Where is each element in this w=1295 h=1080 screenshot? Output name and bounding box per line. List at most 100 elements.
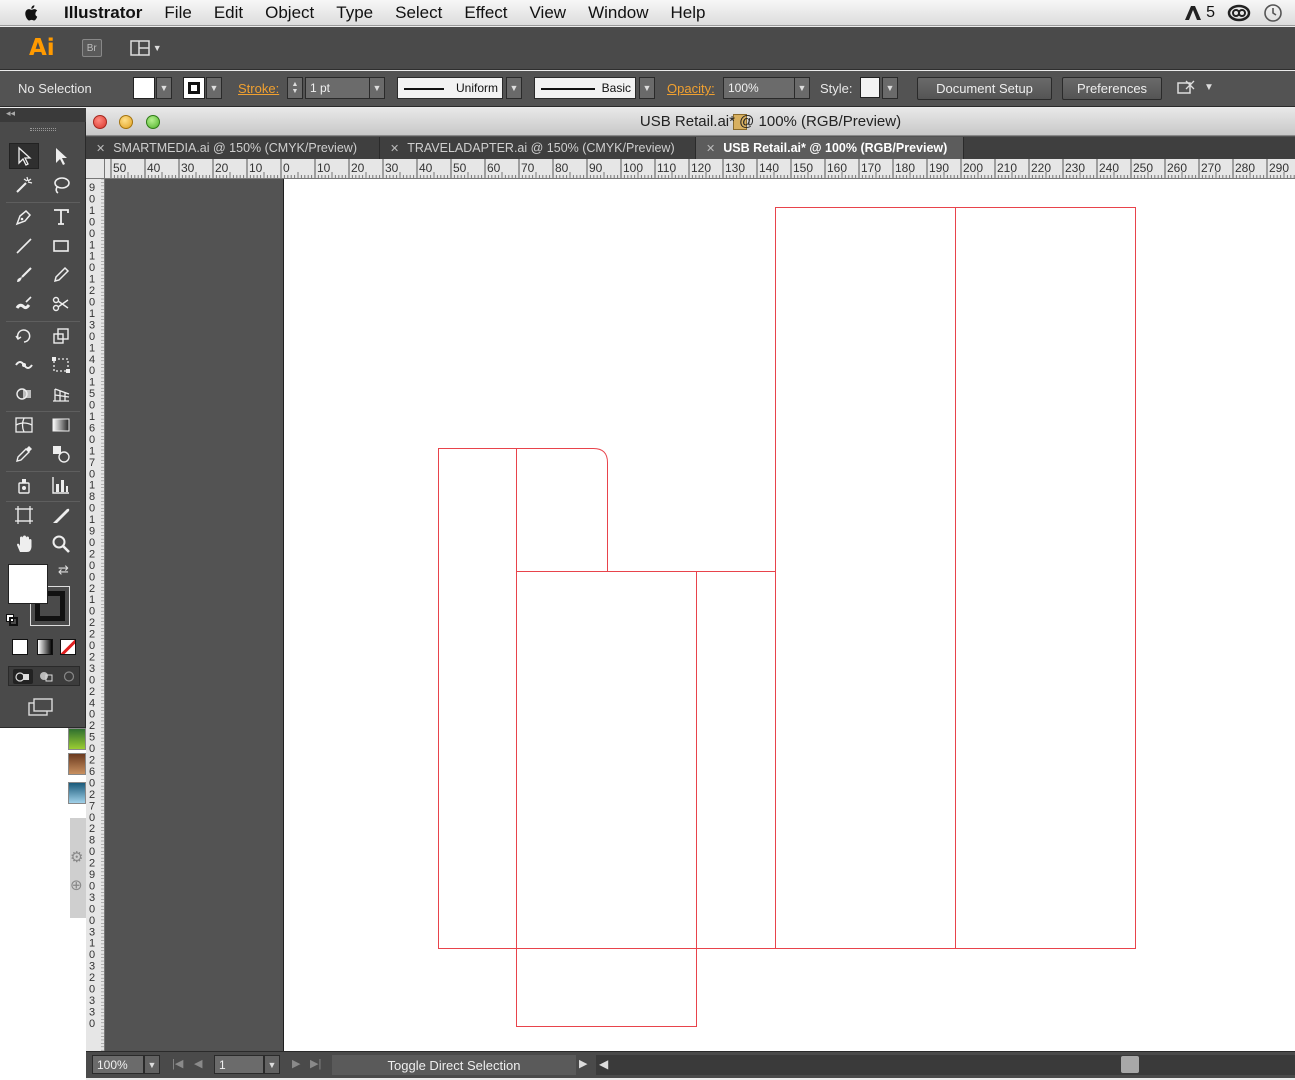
- default-fill-stroke-icon[interactable]: [6, 613, 18, 626]
- dieline-bottom-flap[interactable]: [516, 948, 697, 1027]
- horizontal-scrollbar[interactable]: ◀: [596, 1055, 1295, 1075]
- tab-traveladapter[interactable]: ✕ TRAVELADAPTER.ai @ 150% (CMYK/Preview): [380, 137, 696, 159]
- close-tab-icon[interactable]: ✕: [706, 142, 715, 155]
- fill-dropdown[interactable]: ▼: [156, 77, 172, 99]
- none-mode-button[interactable]: [60, 639, 76, 655]
- status-text[interactable]: Toggle Direct Selection: [332, 1055, 576, 1075]
- horizontal-ruler[interactable]: 50 40 30 20 10 0 10 20 30 40 50 60 70 80 90 100 110 120 13…: [105, 159, 1295, 179]
- brush-definition[interactable]: Basic: [534, 77, 636, 99]
- app-menu[interactable]: Illustrator: [64, 3, 142, 23]
- dieline-side-flap[interactable]: [438, 448, 517, 949]
- ruler-origin[interactable]: [86, 159, 105, 179]
- symbol-sprayer-tool[interactable]: [9, 472, 39, 498]
- next-artboard-icon[interactable]: ▶: [292, 1057, 300, 1070]
- variable-width-dropdown[interactable]: ▼: [506, 77, 522, 99]
- panel-options-icon[interactable]: [1176, 79, 1198, 100]
- width-tool[interactable]: [9, 352, 39, 378]
- rectangle-tool[interactable]: [46, 233, 76, 259]
- menu-window[interactable]: Window: [588, 3, 648, 23]
- graphic-style-dropdown[interactable]: ▼: [882, 77, 898, 99]
- last-artboard-icon[interactable]: ▶|: [310, 1057, 321, 1070]
- draw-behind-icon[interactable]: [36, 669, 56, 684]
- opacity-label[interactable]: Opacity:: [667, 81, 715, 96]
- dieline-tuck-flap[interactable]: [516, 448, 608, 572]
- brush-definition-dropdown[interactable]: ▼: [639, 77, 655, 99]
- menu-select[interactable]: Select: [395, 3, 442, 23]
- pen-tool[interactable]: [9, 204, 39, 230]
- stroke-weight-field[interactable]: 1 pt: [305, 77, 370, 99]
- dieline-side-panel[interactable]: [696, 571, 776, 949]
- gradient-tool[interactable]: [46, 412, 76, 438]
- hand-tool[interactable]: [9, 531, 39, 557]
- pencil-tool[interactable]: [46, 262, 76, 288]
- menu-help[interactable]: Help: [671, 3, 706, 23]
- tools-collapse-icon[interactable]: ◂◂: [0, 108, 86, 122]
- document-setup-button[interactable]: Document Setup: [917, 77, 1052, 100]
- scale-tool[interactable]: [46, 323, 76, 349]
- desktop-thumbnail[interactable]: [68, 728, 86, 750]
- close-tab-icon[interactable]: ✕: [390, 142, 399, 155]
- menu-edit[interactable]: Edit: [214, 3, 243, 23]
- menu-object[interactable]: Object: [265, 3, 314, 23]
- desktop-thumbnail[interactable]: [68, 753, 86, 775]
- creative-cloud-icon[interactable]: [1227, 4, 1251, 22]
- swap-fill-stroke-icon[interactable]: ⇄: [58, 562, 69, 578]
- stroke-swatch[interactable]: [183, 77, 205, 99]
- draw-inside-icon[interactable]: [59, 669, 79, 684]
- stroke-weight-stepper[interactable]: ▲ ▼: [287, 77, 303, 99]
- close-tab-icon[interactable]: ✕: [96, 142, 105, 155]
- color-mode-button[interactable]: [12, 639, 28, 655]
- menu-file[interactable]: File: [164, 3, 191, 23]
- menu-type[interactable]: Type: [336, 3, 373, 23]
- shape-builder-tool[interactable]: [9, 381, 39, 407]
- bridge-button[interactable]: Br: [81, 39, 102, 57]
- first-artboard-icon[interactable]: |◀: [172, 1057, 183, 1070]
- opacity-field[interactable]: 100%: [723, 77, 795, 99]
- canvas-pasteboard[interactable]: [105, 179, 1295, 1051]
- vertical-ruler[interactable]: 9010011012013014015016017018019020021022…: [86, 179, 105, 1051]
- graphic-style-swatch[interactable]: [860, 77, 880, 98]
- scrollbar-thumb[interactable]: [1121, 1056, 1139, 1073]
- line-segment-tool[interactable]: [9, 233, 39, 259]
- mesh-tool[interactable]: [9, 412, 39, 438]
- status-menu-arrow-icon[interactable]: ▶: [579, 1057, 587, 1070]
- gear-icon[interactable]: ⚙: [70, 848, 83, 866]
- menu-effect[interactable]: Effect: [464, 3, 507, 23]
- rotate-tool[interactable]: [9, 323, 39, 349]
- draw-normal-icon[interactable]: [13, 669, 33, 684]
- preferences-button[interactable]: Preferences: [1062, 77, 1162, 100]
- lasso-tool[interactable]: [46, 172, 76, 198]
- type-tool[interactable]: [46, 204, 76, 230]
- time-machine-icon[interactable]: [1263, 3, 1283, 23]
- blend-tool[interactable]: [46, 441, 76, 467]
- previous-artboard-icon[interactable]: ◀: [194, 1057, 202, 1070]
- artboard[interactable]: [283, 179, 1295, 1051]
- zoom-tool[interactable]: [46, 531, 76, 557]
- dieline-back-panel-left[interactable]: [775, 207, 956, 949]
- artboard-number-field[interactable]: 1: [214, 1055, 264, 1074]
- blob-brush-tool[interactable]: [9, 291, 39, 317]
- dieline-artwork[interactable]: [284, 179, 1295, 1051]
- free-transform-tool[interactable]: [46, 352, 76, 378]
- desktop-thumbnail[interactable]: [68, 782, 86, 804]
- opacity-dropdown[interactable]: ▼: [794, 77, 810, 99]
- gradient-mode-button[interactable]: [37, 639, 53, 655]
- scissors-tool[interactable]: [46, 291, 76, 317]
- arrange-documents-button[interactable]: ▼: [129, 40, 162, 56]
- zoom-field[interactable]: 100%: [92, 1055, 144, 1074]
- dieline-front-panel[interactable]: [516, 571, 697, 949]
- stroke-label[interactable]: Stroke:: [238, 81, 279, 96]
- adobe-status-icon[interactable]: 5: [1184, 4, 1215, 22]
- artboard-dropdown[interactable]: ▼: [264, 1055, 280, 1074]
- stroke-weight-dropdown[interactable]: ▼: [369, 77, 385, 99]
- tab-usb-retail[interactable]: ✕ USB Retail.ai* @ 100% (RGB/Preview): [696, 137, 964, 159]
- variable-width-profile[interactable]: Uniform: [397, 77, 503, 99]
- fill-color-box[interactable]: [8, 564, 48, 604]
- tools-grip[interactable]: [30, 128, 56, 131]
- tab-smartmedia[interactable]: ✕ SMARTMEDIA.ai @ 150% (CMYK/Preview): [86, 137, 380, 159]
- slice-tool[interactable]: [46, 502, 76, 528]
- screen-mode-icon[interactable]: [28, 698, 54, 721]
- add-icon[interactable]: ⊕: [70, 876, 83, 894]
- selection-tool[interactable]: [9, 143, 39, 169]
- control-panel-menu-icon[interactable]: ▼: [1204, 82, 1214, 93]
